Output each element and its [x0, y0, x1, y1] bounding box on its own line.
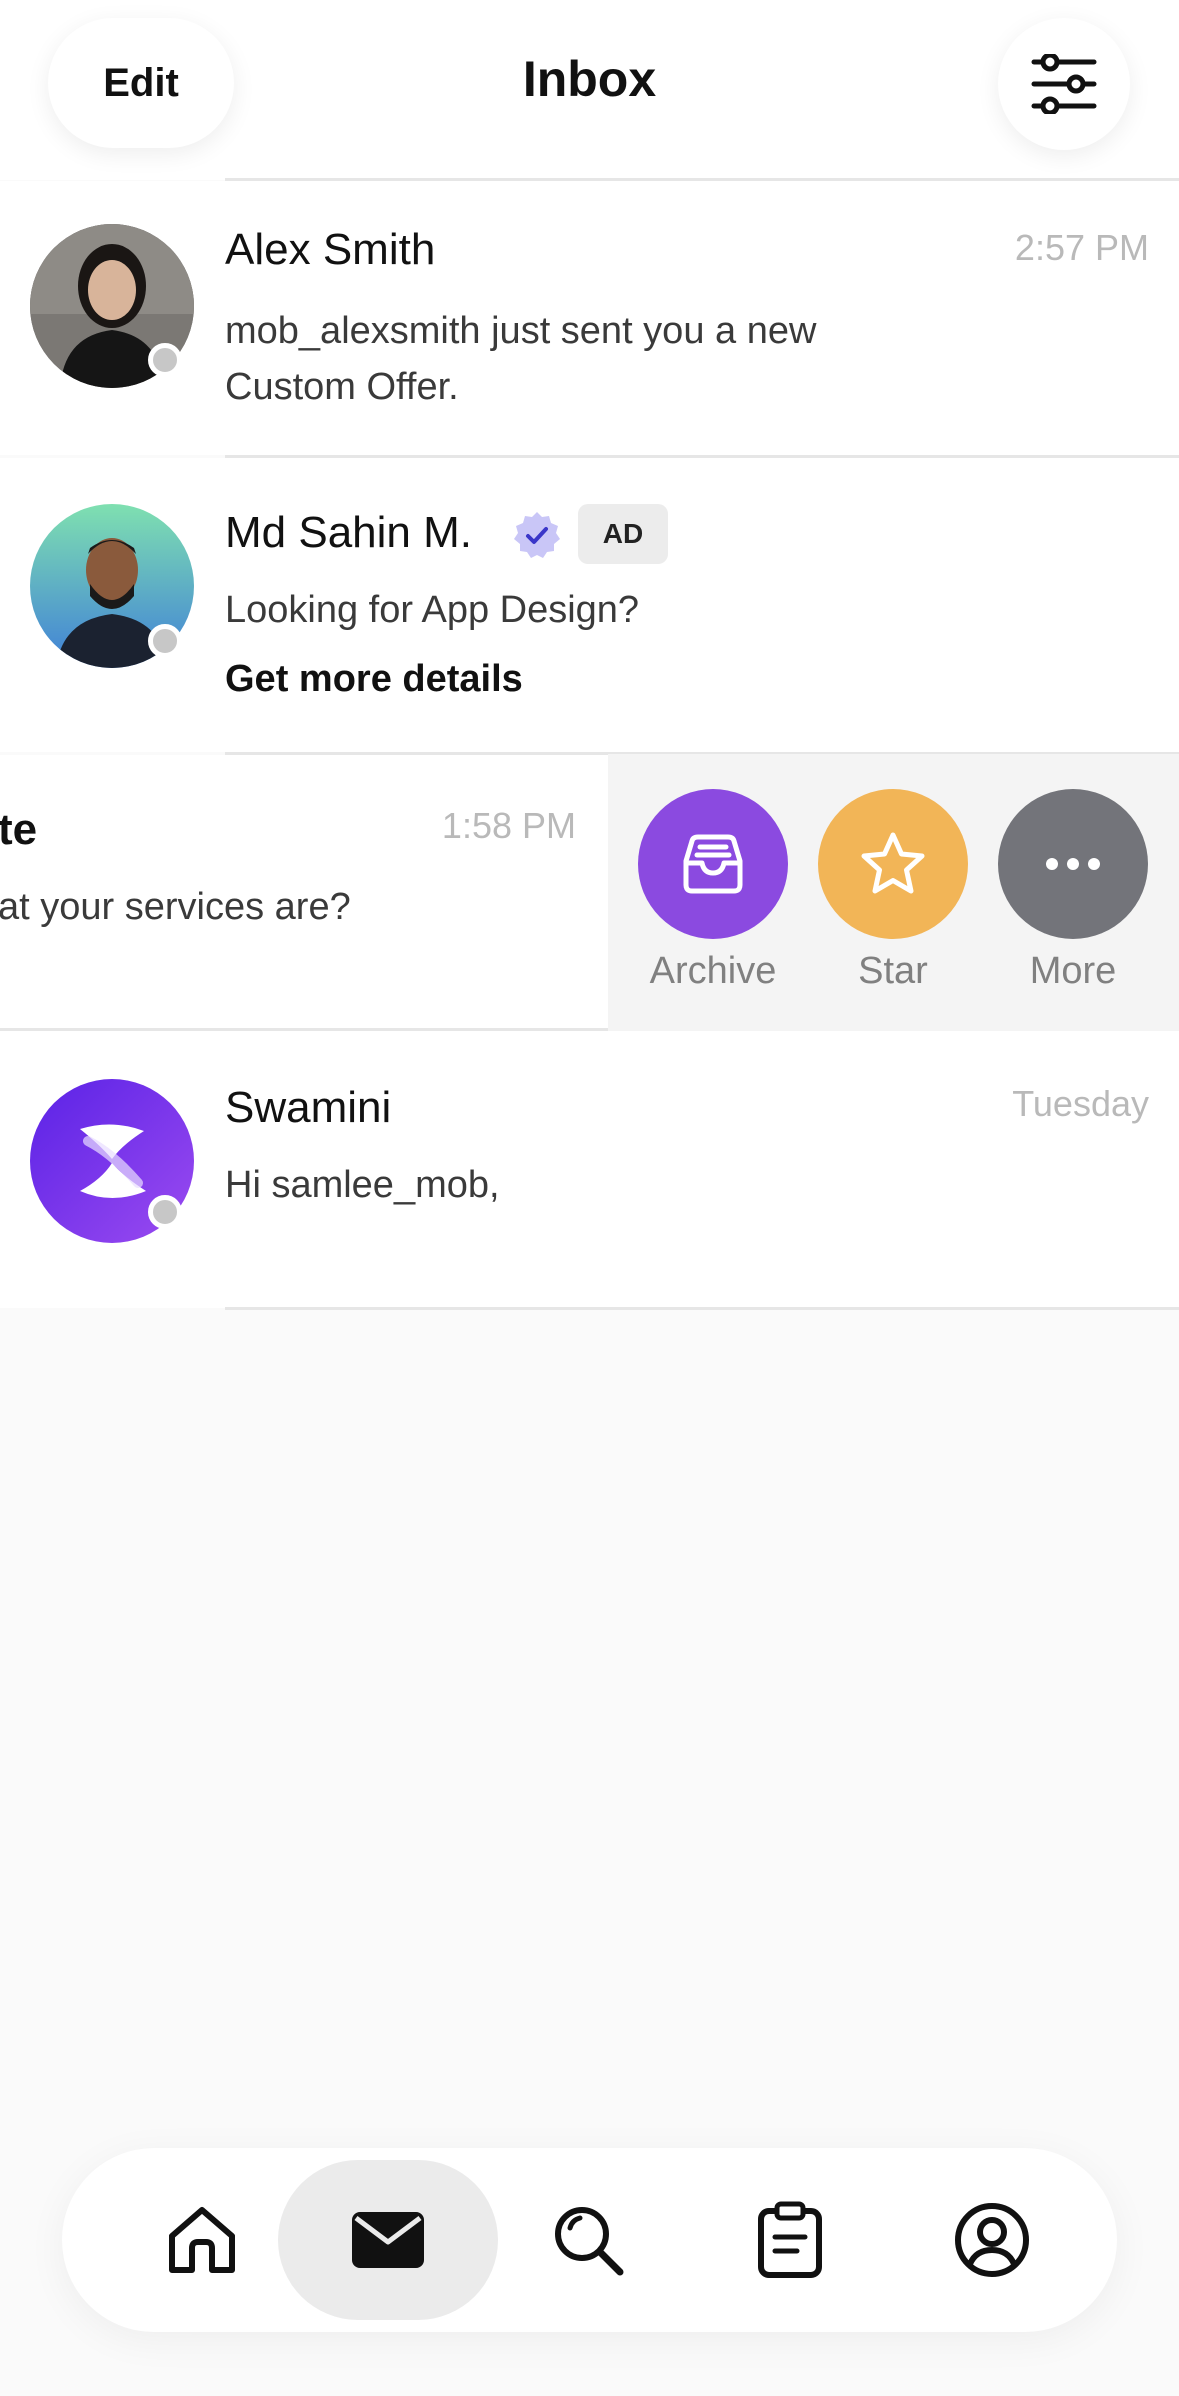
message-preview: Hi samlee_mob,: [225, 1164, 500, 1206]
status-indicator: [148, 624, 182, 658]
star-button[interactable]: [818, 789, 968, 939]
contact-name: Swamini: [225, 1083, 392, 1132]
profile-icon: [955, 2203, 1029, 2277]
sliders-icon: [1031, 54, 1097, 114]
message-time: 1:58 PM: [441, 805, 576, 846]
tab-orders[interactable]: [680, 2160, 900, 2320]
tab-search[interactable]: [478, 2160, 698, 2320]
swipe-actions-panel: Archive Star More: [608, 754, 1179, 1031]
message-time: 2:57 PM: [1014, 227, 1149, 268]
conversation-row-swamini[interactable]: Swamini Tuesday Hi samlee_mob,: [0, 1031, 1179, 1308]
search-icon: [555, 2207, 624, 2276]
contact-name: Md Sahin M.: [225, 508, 472, 557]
inbox-header: Edit Inbox: [0, 0, 1179, 180]
archive-button[interactable]: [638, 789, 788, 939]
get-more-details-link[interactable]: Get more details: [225, 658, 523, 701]
message-time: Tuesday: [1012, 1083, 1149, 1124]
message-preview: at your services are?: [0, 886, 351, 928]
contact-name: Alex Smith: [225, 225, 436, 274]
conversation-row-alex-smith[interactable]: Alex Smith 2:57 PM mob_alexsmith just se…: [0, 181, 1179, 455]
more-label: More: [1029, 950, 1117, 992]
star-icon: [861, 832, 925, 894]
mail-icon: [352, 2212, 424, 2268]
archive-label: Archive: [649, 950, 777, 992]
message-preview-line-1: mob_alexsmith just sent you a new: [225, 310, 817, 352]
bottom-tab-bar: [62, 2148, 1117, 2332]
row-divider: [225, 1307, 1179, 1310]
verified-badge-icon: [514, 512, 560, 558]
ad-badge: AD: [578, 504, 668, 564]
message-preview: Looking for App Design?: [225, 589, 640, 631]
contact-name: te: [0, 805, 38, 854]
home-icon: [169, 2207, 235, 2273]
star-label: Star: [858, 950, 928, 992]
more-dots-icon: [1046, 858, 1100, 870]
conversation-row-swiped[interactable]: te 1:58 PM at your services are?: [0, 755, 608, 1029]
archive-tray-icon: [683, 834, 743, 894]
tab-inbox[interactable]: [278, 2160, 498, 2320]
more-button[interactable]: [998, 789, 1148, 939]
conversation-row-md-sahin[interactable]: Md Sahin M. AD Looking for App Design? G…: [0, 458, 1179, 752]
filter-button[interactable]: [998, 18, 1130, 150]
clipboard-icon: [758, 2201, 822, 2278]
status-indicator: [148, 343, 182, 377]
status-indicator: [148, 1195, 182, 1229]
tab-profile[interactable]: [882, 2160, 1102, 2320]
message-preview-line-2: Custom Offer.: [225, 366, 459, 408]
